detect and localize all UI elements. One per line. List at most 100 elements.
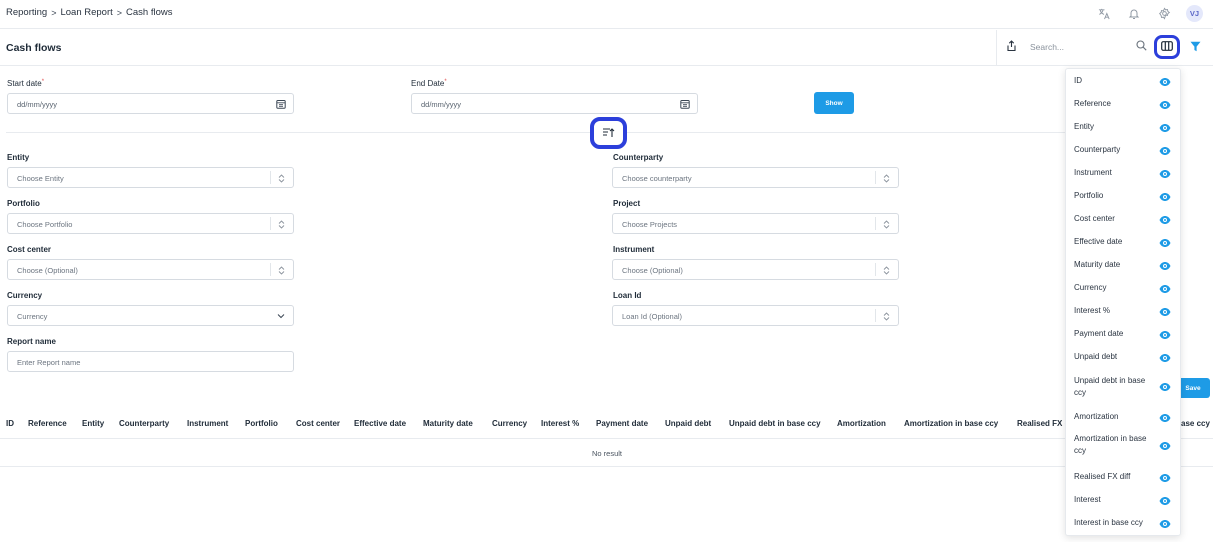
- entity-select[interactable]: Choose Entity: [7, 167, 294, 188]
- column-header-unpaid-debt[interactable]: Unpaid debt: [665, 419, 711, 428]
- chevron-down-icon: [275, 310, 287, 322]
- bell-icon[interactable]: [1126, 6, 1142, 22]
- column-toggle-label: Effective date: [1074, 237, 1123, 246]
- column-header-instrument[interactable]: Instrument: [187, 419, 228, 428]
- select-divider: [875, 309, 876, 322]
- eye-icon[interactable]: [1159, 353, 1171, 363]
- eye-icon[interactable]: [1159, 192, 1171, 202]
- column-header-amortization-base[interactable]: Amortization in base ccy: [904, 419, 998, 428]
- column-header-maturity-date[interactable]: Maturity date: [423, 419, 473, 428]
- loan-id-placeholder: Loan Id (Optional): [622, 312, 683, 321]
- breadcrumb: Reporting > Loan Report > Cash flows: [6, 7, 173, 18]
- column-header-realised-fx[interactable]: Realised FX d: [1017, 419, 1069, 428]
- sort-updown-icon: [275, 264, 287, 276]
- table-empty-row: No result: [0, 439, 1213, 467]
- column-toggle-label: Unpaid debt: [1074, 352, 1118, 361]
- eye-icon[interactable]: [1159, 519, 1171, 529]
- calendar-icon[interactable]: [679, 98, 691, 110]
- currency-select[interactable]: Currency: [7, 305, 294, 326]
- project-select[interactable]: Choose Projects: [612, 213, 899, 234]
- breadcrumb-separator: >: [116, 7, 123, 18]
- column-header-interest-base[interactable]: ase ccy: [1181, 419, 1210, 428]
- eye-icon[interactable]: [1159, 100, 1171, 110]
- gear-icon[interactable]: [1156, 6, 1172, 22]
- export-icon[interactable]: [1006, 40, 1017, 54]
- eye-icon[interactable]: [1159, 146, 1171, 156]
- eye-icon[interactable]: [1159, 123, 1171, 133]
- sort-updown-icon: [880, 310, 892, 322]
- breadcrumb-item-reporting[interactable]: Reporting: [6, 7, 47, 18]
- report-name-input[interactable]: Enter Report name: [17, 358, 80, 367]
- column-header-id[interactable]: ID: [6, 419, 14, 428]
- project-placeholder: Choose Projects: [622, 220, 678, 229]
- column-header-amortization[interactable]: Amortization: [837, 419, 886, 428]
- search-icon[interactable]: [1136, 40, 1147, 53]
- start-date-field[interactable]: dd/mm/yyyy: [7, 93, 294, 114]
- column-header-payment-date[interactable]: Payment date: [596, 419, 648, 428]
- select-divider: [270, 263, 271, 276]
- column-header-reference[interactable]: Reference: [28, 419, 67, 428]
- columns-button[interactable]: [1154, 35, 1180, 59]
- eye-icon[interactable]: [1159, 382, 1171, 392]
- column-toggle-label: Payment date: [1074, 329, 1124, 338]
- top-icons: VJ: [1096, 5, 1203, 22]
- filter-icon[interactable]: [1190, 41, 1201, 54]
- column-header-portfolio[interactable]: Portfolio: [245, 419, 278, 428]
- cost-center-placeholder: Choose (Optional): [17, 266, 78, 275]
- eye-icon[interactable]: [1159, 238, 1171, 248]
- loan-id-select[interactable]: Loan Id (Optional): [612, 305, 899, 326]
- eye-icon[interactable]: [1159, 77, 1171, 87]
- cost-center-select[interactable]: Choose (Optional): [7, 259, 294, 280]
- search-input[interactable]: Search...: [1030, 42, 1064, 52]
- instrument-select[interactable]: Choose (Optional): [612, 259, 899, 280]
- cost-center-label: Cost center: [7, 245, 52, 254]
- search-box[interactable]: Search...: [996, 30, 1154, 65]
- eye-icon[interactable]: [1159, 307, 1171, 317]
- report-name-label: Report name: [7, 337, 56, 346]
- sort-updown-icon: [275, 172, 287, 184]
- entity-placeholder: Choose Entity: [17, 174, 64, 183]
- eye-icon[interactable]: [1159, 413, 1171, 423]
- column-header-cost-center[interactable]: Cost center: [296, 419, 340, 428]
- table-header: ID Reference Entity Counterparty Instrum…: [0, 409, 1213, 439]
- end-date-field[interactable]: dd/mm/yyyy: [411, 93, 698, 114]
- loan-id-label: Loan Id: [613, 291, 642, 300]
- column-toggle-label: Portfolio: [1074, 191, 1104, 200]
- report-name-field[interactable]: Enter Report name: [7, 351, 294, 372]
- start-date-input[interactable]: dd/mm/yyyy: [17, 100, 57, 109]
- select-divider: [875, 217, 876, 230]
- save-button[interactable]: Save: [1176, 378, 1210, 398]
- column-header-unpaid-debt-base[interactable]: Unpaid debt in base ccy: [729, 419, 821, 428]
- eye-icon[interactable]: [1159, 330, 1171, 340]
- column-header-counterparty[interactable]: Counterparty: [119, 419, 169, 428]
- eye-icon[interactable]: [1159, 441, 1171, 451]
- counterparty-select[interactable]: Choose counterparty: [612, 167, 899, 188]
- eye-icon[interactable]: [1159, 284, 1171, 294]
- translate-icon[interactable]: [1096, 6, 1112, 22]
- eye-icon[interactable]: [1159, 473, 1171, 483]
- breadcrumb-item-loan-report[interactable]: Loan Report: [60, 7, 112, 18]
- avatar[interactable]: VJ: [1186, 5, 1203, 22]
- column-header-effective-date[interactable]: Effective date: [354, 419, 406, 428]
- column-toggle-label: Interest: [1074, 495, 1101, 504]
- column-toggle-label: Amortization in base ccy: [1074, 434, 1147, 455]
- instrument-label: Instrument: [613, 245, 655, 254]
- eye-icon[interactable]: [1159, 496, 1171, 506]
- column-toggle-label: Counterparty: [1074, 145, 1121, 154]
- column-header-interest[interactable]: Interest %: [541, 419, 579, 428]
- show-button[interactable]: Show: [814, 92, 854, 114]
- collapse-filters-button[interactable]: [590, 117, 627, 149]
- select-divider: [270, 217, 271, 230]
- portfolio-select[interactable]: Choose Portfolio: [7, 213, 294, 234]
- eye-icon[interactable]: [1159, 215, 1171, 225]
- eye-icon[interactable]: [1159, 261, 1171, 271]
- column-header-entity[interactable]: Entity: [82, 419, 104, 428]
- end-date-input[interactable]: dd/mm/yyyy: [421, 100, 461, 109]
- column-toggle-label: Entity: [1074, 122, 1095, 131]
- column-header-currency[interactable]: Currency: [492, 419, 527, 428]
- counterparty-placeholder: Choose counterparty: [622, 174, 692, 183]
- column-toggle-label: Instrument: [1074, 168, 1112, 177]
- calendar-icon[interactable]: [275, 98, 287, 110]
- eye-icon[interactable]: [1159, 169, 1171, 179]
- page-title: Cash flows: [6, 42, 62, 54]
